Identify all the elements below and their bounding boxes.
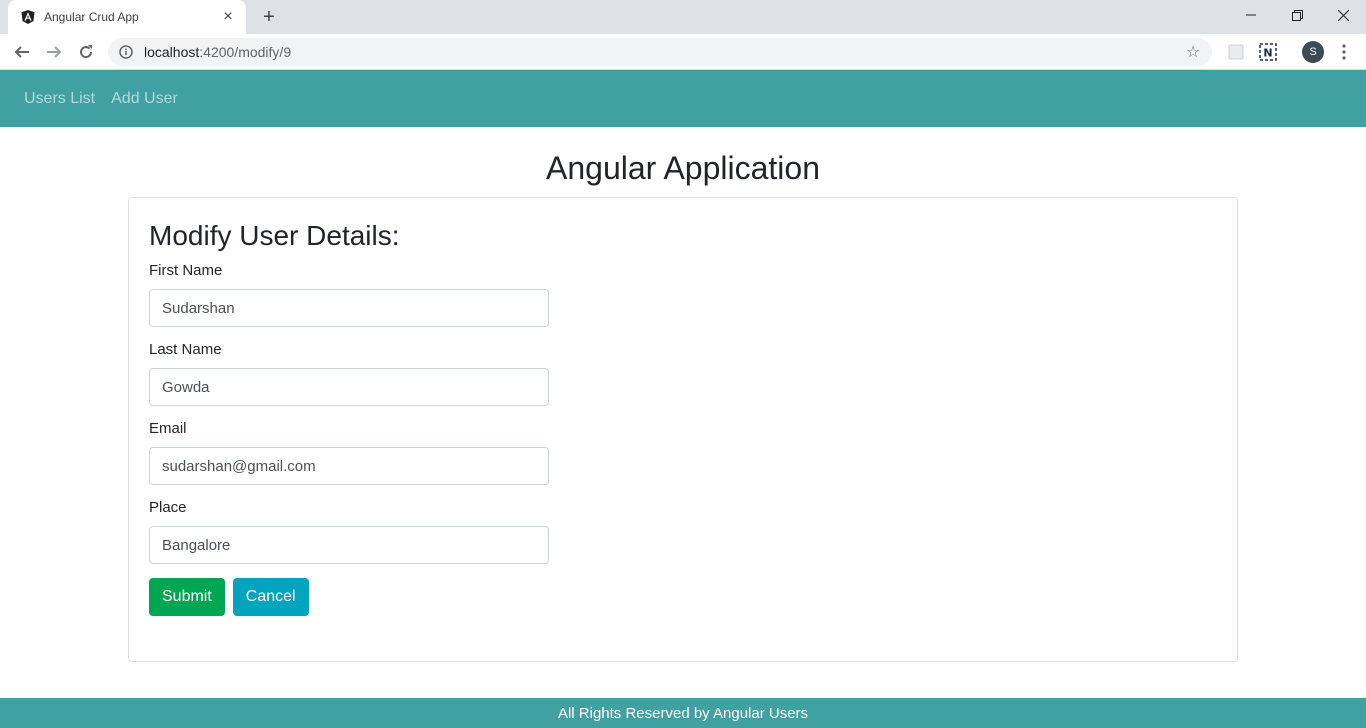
extension-n-icon[interactable]: N [1258,42,1278,62]
minimize-icon[interactable] [1228,0,1274,30]
last-name-label: Last Name [149,341,222,358]
place-group: Place [149,499,1217,564]
extension-n-label: N [1263,47,1272,60]
extension-puzzle-icon[interactable] [1226,42,1246,62]
page-footer: All Rights Reserved by Angular Users [0,698,1366,728]
back-arrow-icon[interactable] [8,38,36,66]
page-title: Angular Application [546,150,820,186]
app-navbar: Users List Add User [0,70,1366,127]
tab-title: Angular Crud App [44,10,139,24]
first-name-group: First Name [149,262,1217,327]
nav-users-list[interactable]: Users List [24,90,95,108]
last-name-group: Last Name [149,341,1217,406]
address-bar[interactable]: localhost:4200/modify/9 ☆ [108,38,1212,66]
close-window-icon[interactable] [1320,0,1366,30]
first-name-label: First Name [149,262,223,279]
restore-icon[interactable] [1274,0,1320,30]
submit-button[interactable]: Submit [149,578,225,616]
form-actions: Submit Cancel [149,578,1217,616]
forward-arrow-icon[interactable] [40,38,68,66]
browser-tab[interactable]: Angular Crud App × [8,0,246,34]
info-icon[interactable] [118,44,134,60]
url-text: localhost:4200/modify/9 [144,44,1184,60]
first-name-input[interactable] [149,289,549,327]
url-path: :4200/modify/9 [199,44,292,60]
avatar[interactable]: S [1302,41,1324,63]
nav-add-user[interactable]: Add User [111,90,178,108]
new-tab-icon[interactable]: + [258,6,280,28]
modify-user-card: Modify User Details: First Name Last Nam… [128,197,1238,662]
email-label: Email [149,420,187,437]
email-input[interactable] [149,447,549,485]
more-menu-icon[interactable] [1336,42,1352,62]
form-heading: Modify User Details: [149,220,400,251]
browser-tab-bar: Angular Crud App × + [0,0,1366,34]
bookmark-star-icon[interactable]: ☆ [1184,43,1202,61]
place-input[interactable] [149,526,549,564]
place-label: Place [149,499,187,516]
url-host: localhost [144,44,200,60]
reload-icon[interactable] [72,38,100,66]
last-name-input[interactable] [149,368,549,406]
email-group: Email [149,420,1217,485]
footer-text: All Rights Reserved by Angular Users [557,704,809,722]
cancel-button[interactable]: Cancel [232,578,309,616]
close-tab-icon[interactable]: × [220,8,236,25]
angular-logo-icon [20,9,36,25]
browser-toolbar: localhost:4200/modify/9 ☆ N S [0,34,1366,70]
